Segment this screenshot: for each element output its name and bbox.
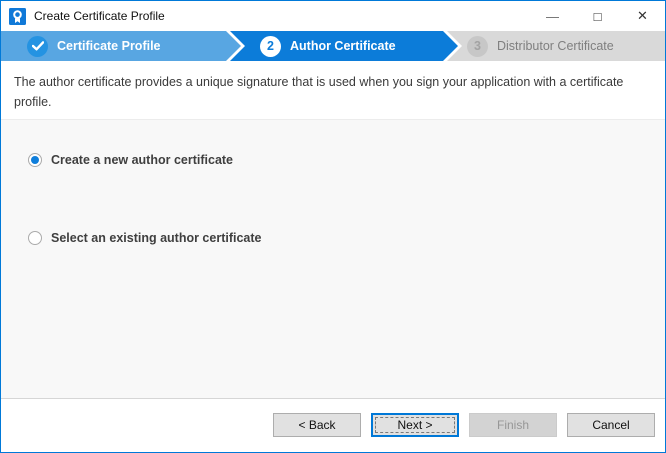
check-icon xyxy=(27,36,48,57)
create-certificate-profile-window: Create Certificate Profile — □ ✕ Certifi… xyxy=(0,0,666,453)
next-button[interactable]: Next > xyxy=(371,413,459,437)
step-number: 3 xyxy=(467,36,488,57)
titlebar: Create Certificate Profile — □ ✕ xyxy=(1,1,665,31)
step-distributor-certificate: 3 Distributor Certificate xyxy=(447,31,665,61)
option-label: Create a new author certificate xyxy=(51,153,233,167)
close-button[interactable]: ✕ xyxy=(620,1,665,31)
step-certificate-profile: Certificate Profile xyxy=(1,31,241,61)
wizard-button-bar: < Back Next > Finish Cancel xyxy=(1,398,665,452)
step-label: Author Certificate xyxy=(290,39,396,53)
window-title: Create Certificate Profile xyxy=(34,9,165,23)
window-controls: — □ ✕ xyxy=(530,1,665,31)
step-label: Distributor Certificate xyxy=(497,39,614,53)
radio-button-selected-icon[interactable] xyxy=(28,153,42,167)
radio-select-existing-author-certificate[interactable]: Select an existing author certificate xyxy=(28,231,665,245)
radio-button-unselected-icon[interactable] xyxy=(28,231,42,245)
back-button[interactable]: < Back xyxy=(273,413,361,437)
option-label: Select an existing author certificate xyxy=(51,231,262,245)
minimize-button[interactable]: — xyxy=(530,1,575,31)
step-number: 2 xyxy=(260,36,281,57)
radio-create-new-author-certificate[interactable]: Create a new author certificate xyxy=(28,153,665,167)
cancel-button[interactable]: Cancel xyxy=(567,413,655,437)
wizard-description-text: The author certificate provides a unique… xyxy=(14,72,629,112)
wizard-description: The author certificate provides a unique… xyxy=(1,61,665,120)
wizard-stepper: Certificate Profile 2 Author Certificate… xyxy=(1,31,665,61)
finish-button: Finish xyxy=(469,413,557,437)
step-author-certificate: 2 Author Certificate xyxy=(230,31,458,61)
maximize-button[interactable]: □ xyxy=(575,1,620,31)
certificate-badge-icon xyxy=(9,8,26,25)
step-label: Certificate Profile xyxy=(57,39,161,53)
author-certificate-options: Create a new author certificate Select a… xyxy=(1,120,665,398)
